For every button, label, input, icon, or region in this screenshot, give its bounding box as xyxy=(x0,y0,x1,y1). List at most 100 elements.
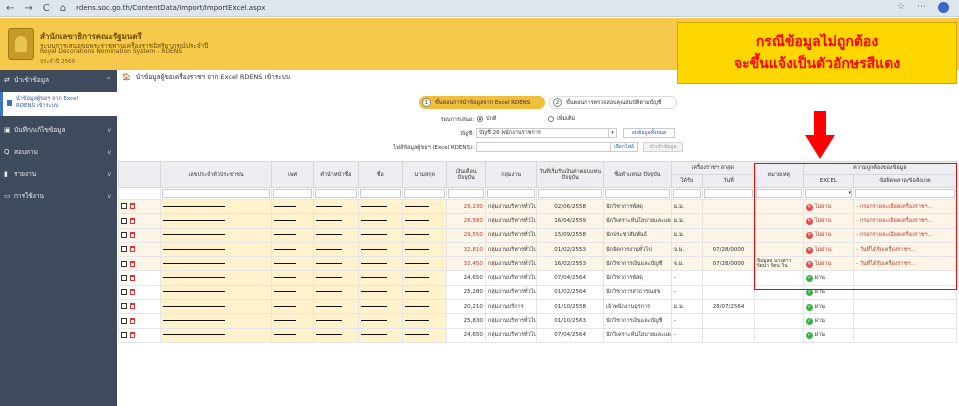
cell-decor-type: - xyxy=(670,313,704,329)
table-row[interactable]: 25,830 กลุ่มงานบริหารทั่วไป 01/10/2563 นักว… xyxy=(117,313,957,329)
cell-decor-date: 07/28/0000 xyxy=(702,241,755,258)
filter-input[interactable] xyxy=(162,189,271,198)
redacted-mark xyxy=(274,219,297,221)
row-actions xyxy=(117,198,162,215)
home-icon[interactable]: ⌂ xyxy=(60,3,66,14)
filter-input[interactable] xyxy=(315,189,357,198)
sidebar-item-edit[interactable]: ▣ บันทึก/แก้ไขข้อมูล v xyxy=(0,120,117,140)
table-row[interactable]: 24,650 กลุ่มงานบริหารทั่วไป 07/04/2564 นักว… xyxy=(117,327,957,343)
cell-decor-type: จ.ม. xyxy=(670,256,704,272)
trash-icon[interactable] xyxy=(130,289,135,296)
edit-icon[interactable] xyxy=(121,303,127,310)
mode-normal-radio[interactable]: ปกติ xyxy=(477,115,496,123)
edit-icon[interactable] xyxy=(121,217,127,224)
cell-surname xyxy=(401,241,448,258)
cell-group: กลุ่มงานบริหารทั่วไป xyxy=(484,227,538,243)
redacted-mark xyxy=(316,277,343,279)
cell-surname xyxy=(401,227,448,243)
row-actions xyxy=(117,241,162,258)
edit-icon[interactable] xyxy=(121,260,127,267)
forward-icon[interactable]: → xyxy=(24,3,32,14)
filter-input[interactable] xyxy=(448,189,484,198)
cell-gender xyxy=(271,299,315,315)
cell-surname xyxy=(401,256,448,272)
account-select[interactable]: บัญชี 26 พนักงานราชการ xyxy=(476,128,610,138)
home-icon[interactable]: 🏠 xyxy=(122,73,131,81)
back-icon[interactable]: ← xyxy=(6,3,14,14)
error-callout: กรณีข้อมูลไม่ถูกต้อง จะขึ้นแจ้งเป็นตัวอั… xyxy=(677,22,957,84)
cell-group: กลุ่มงานบริหารทั่วไป xyxy=(484,284,538,301)
cell-start-date: 15/09/2558 xyxy=(536,227,604,243)
trash-icon[interactable] xyxy=(130,231,135,238)
row-actions xyxy=(117,284,162,301)
system-name-en: Royal Decorations Nomination System - RD… xyxy=(40,48,183,55)
filter-input[interactable] xyxy=(672,189,702,198)
edit-icon[interactable] xyxy=(121,289,127,296)
status-label: ผ่าน xyxy=(814,303,825,310)
cell-excel-status: ✓ ผ่าน xyxy=(802,327,855,343)
table-row[interactable]: 20,210 กลุ่มงานบริการ 01/10/2558 เจ้าพนักงา… xyxy=(117,299,957,315)
cell-title xyxy=(313,299,359,315)
cell-title xyxy=(313,327,359,343)
cell-salary: 20,210 xyxy=(446,299,486,315)
trash-icon[interactable] xyxy=(130,260,135,267)
star-icon[interactable]: ☆ xyxy=(897,2,905,13)
menu-icon[interactable]: ⋯ xyxy=(917,2,926,13)
redacted-mark xyxy=(360,277,387,279)
sidebar-item-report[interactable]: ▮ รายงาน v xyxy=(0,164,117,184)
trash-icon[interactable] xyxy=(130,246,135,253)
sidebar-item-import[interactable]: ⇄ นำเข้าข้อมูล ^ xyxy=(0,70,117,90)
edit-icon[interactable] xyxy=(121,332,127,339)
filter-cell xyxy=(602,187,672,200)
trash-icon[interactable] xyxy=(130,317,135,324)
profile-avatar[interactable] xyxy=(938,2,949,13)
trash-icon[interactable] xyxy=(130,203,135,210)
cell-name xyxy=(357,327,403,343)
trash-icon[interactable] xyxy=(130,217,135,224)
filter-input[interactable] xyxy=(403,189,446,198)
sidebar-subitem-import-excel[interactable]: นำข้อมูลผู้ขอฯ จาก Excel RDENS เข้าระบบ xyxy=(0,92,117,116)
address-bar[interactable]: rdens.soc.go.th/ContentData/Import/Impor… xyxy=(76,4,265,12)
redacted-mark xyxy=(316,219,343,221)
edit-icon[interactable] xyxy=(121,317,127,324)
edit-icon[interactable] xyxy=(121,274,127,281)
check-icon: ✓ xyxy=(805,318,813,326)
filter-input[interactable] xyxy=(604,189,670,198)
filter-input[interactable] xyxy=(538,189,602,198)
file-path-field[interactable] xyxy=(476,142,616,152)
refresh-icon[interactable]: C xyxy=(43,3,50,14)
doc-icon xyxy=(7,100,12,106)
filter-input[interactable] xyxy=(359,189,401,198)
column-header-id: เลขประจำตัวประชาชน xyxy=(160,161,273,188)
step-2[interactable]: 2 ขั้นตอนการตรวจสอบคุณสมบัติตามบัญชี xyxy=(549,96,677,109)
chevron-down-icon[interactable]: ▾ xyxy=(608,128,617,138)
choose-file-button[interactable]: เลือกไฟล์ xyxy=(610,142,638,152)
redacted-mark xyxy=(404,234,429,236)
sidebar-item-usage[interactable]: ▭ การใช้งาน v xyxy=(0,186,117,206)
trash-icon[interactable] xyxy=(130,303,135,310)
filter-input[interactable] xyxy=(486,189,536,198)
redacted-mark xyxy=(316,262,343,264)
edit-icon[interactable] xyxy=(121,203,127,210)
edit-icon[interactable] xyxy=(121,246,127,253)
column-header-name: ชื่อ xyxy=(357,161,403,188)
delete-all-button[interactable]: ลบข้อมูลทั้งหมด xyxy=(623,128,675,138)
step-label: ขั้นตอนการตรวจสอบคุณสมบัติตามบัญชี xyxy=(566,99,662,106)
edit-icon[interactable] xyxy=(121,231,127,238)
trash-icon[interactable] xyxy=(130,274,135,281)
step-1[interactable]: 1 ขั้นตอนการนำข้อมูลจาก Excel RDENS xyxy=(419,96,545,109)
trash-icon[interactable] xyxy=(130,332,135,339)
cell-start-date: 01/10/2563 xyxy=(536,313,604,329)
redacted-mark xyxy=(316,334,343,336)
mode-extra-radio[interactable]: เพิ่มเติม xyxy=(548,115,575,123)
filter-input[interactable] xyxy=(273,189,313,198)
filter-cell xyxy=(702,187,755,200)
cell-id xyxy=(160,213,273,229)
import-button[interactable]: นำเข้าข้อมูล xyxy=(643,142,683,152)
cell-title xyxy=(313,227,359,243)
sidebar-item-query[interactable]: Q สอบถาม v xyxy=(0,142,117,162)
filter-cell xyxy=(446,187,486,200)
filter-input[interactable] xyxy=(704,189,753,198)
filter-cell xyxy=(117,187,162,200)
chevron-down-icon: v xyxy=(107,148,111,156)
